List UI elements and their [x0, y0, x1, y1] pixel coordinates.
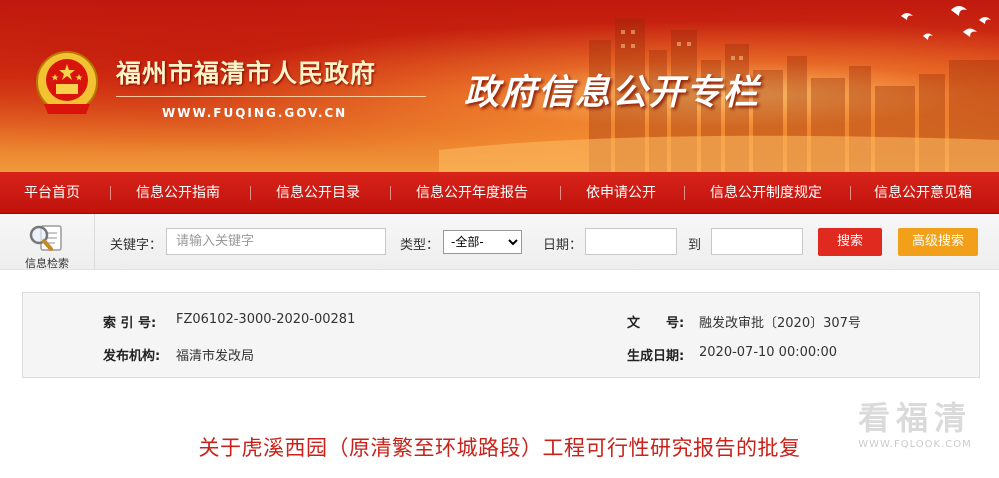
publisher-value: 福清市发改局 — [176, 349, 255, 364]
nav-divider — [250, 186, 251, 200]
nav-item-apply[interactable]: 依申请公开 — [586, 172, 656, 214]
nav-divider — [684, 186, 685, 200]
index-number-label: 索 引 号: — [103, 316, 157, 331]
doc-number-value: 融发改审批〔2020〕307号 — [699, 316, 861, 331]
nav-item-catalog[interactable]: 信息公开目录 — [276, 172, 360, 214]
search-divider — [94, 214, 95, 270]
document-info-box: 索 引 号: FZ06102-3000-2020-00281 文 号: 融发改审… — [22, 292, 980, 378]
nav-item-feedback[interactable]: 信息公开意见箱 — [874, 172, 972, 214]
nav-divider — [110, 186, 111, 200]
doves-icon — [901, 6, 991, 40]
site-url: WWW.FUQING.GOV.CN — [162, 106, 348, 120]
doc-number-label: 文 号: — [627, 316, 685, 331]
nav-item-home[interactable]: 平台首页 — [24, 172, 80, 214]
national-emblem-icon — [36, 51, 98, 114]
nav-divider — [390, 186, 391, 200]
search-caption: 信息检索 — [25, 257, 69, 270]
type-select[interactable]: -全部- — [443, 230, 522, 254]
date-to-input[interactable] — [711, 228, 803, 255]
nav-item-regulations[interactable]: 信息公开制度规定 — [710, 172, 822, 214]
generated-date-label: 生成日期: — [627, 349, 685, 364]
keyword-label: 关键字： — [110, 238, 163, 253]
index-number-value: FZ06102-3000-2020-00281 — [176, 312, 356, 327]
url-divider — [116, 96, 426, 97]
document-title: 关于虎溪西园（原清繁至环城路段）工程可行性研究报告的批复 — [198, 436, 801, 460]
date-to-label: 到 — [688, 238, 702, 253]
nav-divider — [560, 186, 561, 200]
site-name: 福州市福清市人民政府 — [116, 59, 377, 88]
date-from-input[interactable] — [585, 228, 677, 255]
nav-item-guide[interactable]: 信息公开指南 — [136, 172, 220, 214]
header-banner: 福州市福清市人民政府 WWW.FUQING.GOV.CN 政府信息公开专栏 — [0, 0, 999, 172]
generated-date-value: 2020-07-10 00:00:00 — [699, 345, 838, 360]
publisher-label: 发布机构: — [103, 349, 161, 364]
search-button[interactable]: 搜索 — [818, 228, 882, 256]
info-search-link[interactable]: 信息检索 — [14, 222, 80, 270]
nav-item-annual-report[interactable]: 信息公开年度报告 — [416, 172, 528, 214]
date-label: 日期： — [543, 238, 583, 253]
magnifier-notepad-icon — [29, 225, 62, 251]
advanced-search-button[interactable]: 高级搜索 — [898, 228, 978, 256]
type-label: 类型： — [400, 238, 440, 253]
nav-divider — [850, 186, 851, 200]
keyword-input[interactable] — [166, 228, 386, 255]
column-title: 政府信息公开专栏 — [464, 73, 761, 113]
main-nav: 平台首页 信息公开指南 信息公开目录 信息公开年度报告 依申请公开 信息公开制度… — [0, 172, 999, 214]
